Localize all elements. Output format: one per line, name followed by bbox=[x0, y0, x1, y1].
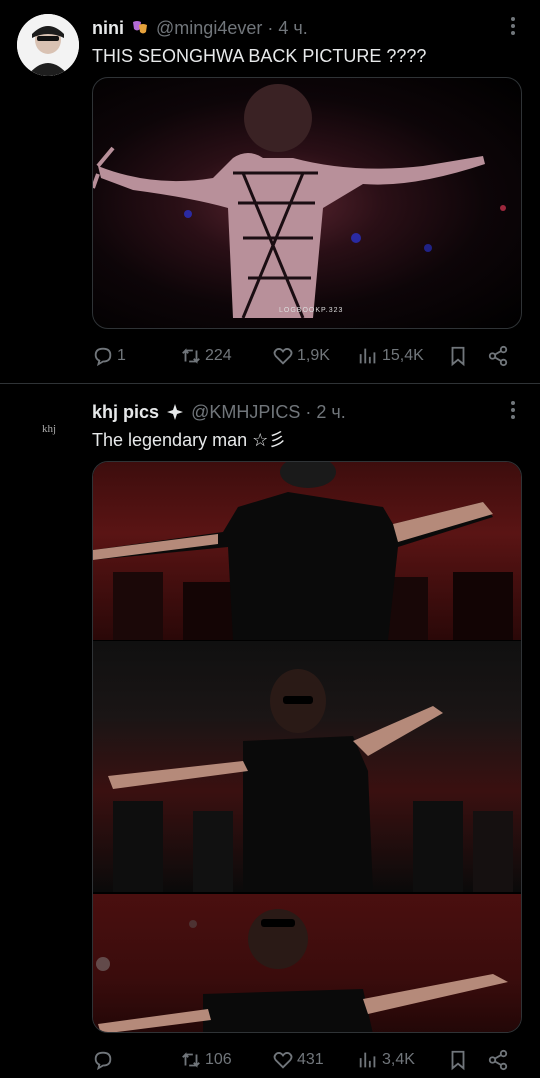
tweet-photo[interactable] bbox=[92, 461, 522, 1033]
bookmark-button[interactable] bbox=[447, 344, 469, 368]
retweet-button[interactable]: 106 bbox=[180, 1048, 232, 1072]
like-button[interactable]: 1,9K bbox=[272, 344, 330, 368]
more-dots-icon[interactable] bbox=[510, 401, 516, 421]
photo-panel-top bbox=[93, 462, 521, 640]
share-icon bbox=[488, 1049, 508, 1071]
author-handle[interactable]: @KMHJPICS bbox=[191, 402, 300, 422]
tweet-photo[interactable]: LOGBOOKP.323 bbox=[92, 77, 522, 329]
reply-count: 1 bbox=[117, 347, 126, 364]
bookmark-icon bbox=[451, 346, 465, 367]
separator: · bbox=[305, 402, 312, 422]
reply-icon bbox=[94, 347, 112, 367]
bookmark-icon bbox=[451, 1050, 465, 1071]
views-count: 15,4K bbox=[382, 347, 424, 364]
views-chart-icon bbox=[359, 348, 376, 364]
retweet-count: 106 bbox=[205, 1051, 232, 1068]
views-chart-icon bbox=[359, 1052, 376, 1068]
tweet-header: khj pics @KMHJPICS · 2 ч. bbox=[92, 400, 346, 424]
more-dots-icon[interactable] bbox=[510, 17, 516, 37]
avatar-text: khj bbox=[42, 423, 57, 435]
tweet-header: nini @mingi4ever · 4 ч. bbox=[92, 16, 308, 40]
like-count: 1,9K bbox=[297, 347, 330, 364]
like-count: 431 bbox=[297, 1051, 324, 1068]
avatar-image bbox=[17, 14, 79, 76]
avatar[interactable] bbox=[17, 14, 79, 76]
timestamp[interactable]: 4 ч. bbox=[278, 18, 307, 38]
photo-panel-bottom bbox=[93, 894, 521, 1032]
reply-button[interactable]: 1 bbox=[92, 344, 126, 368]
tweet-text: The legendary man ☆彡 bbox=[92, 430, 287, 450]
tweet-text: THIS SEONGHWA BACK PICTURE ???? bbox=[92, 46, 427, 66]
bookmark-button[interactable] bbox=[447, 1048, 469, 1072]
reply-button[interactable] bbox=[92, 1048, 117, 1072]
heart-icon bbox=[273, 348, 293, 365]
views-button[interactable]: 15,4K bbox=[357, 344, 424, 368]
author-handle[interactable]: @mingi4ever bbox=[156, 18, 262, 38]
share-button[interactable] bbox=[487, 344, 509, 368]
separator: · bbox=[267, 18, 274, 38]
tweet-actions: 106 431 3,4K bbox=[92, 1048, 522, 1072]
author-name[interactable]: nini bbox=[92, 18, 124, 38]
retweet-count: 224 bbox=[205, 347, 232, 364]
timestamp[interactable]: 2 ч. bbox=[316, 402, 345, 422]
heart-icon bbox=[273, 1052, 293, 1069]
tweet[interactable]: nini @mingi4ever · 4 ч. THIS SEONGHWA BA… bbox=[0, 0, 540, 383]
theater-masks-icon bbox=[131, 19, 149, 37]
retweet-button[interactable]: 224 bbox=[180, 344, 232, 368]
author-name[interactable]: khj pics bbox=[92, 402, 159, 422]
avatar[interactable]: khj bbox=[18, 396, 80, 458]
like-button[interactable]: 431 bbox=[272, 1048, 324, 1072]
photo-panel-middle bbox=[93, 641, 521, 892]
views-count: 3,4K bbox=[382, 1051, 415, 1068]
views-button[interactable]: 3,4K bbox=[357, 1048, 415, 1072]
share-button[interactable] bbox=[487, 1048, 509, 1072]
tweet-actions: 1 224 1,9K 15,4K bbox=[92, 344, 522, 368]
media-watermark: LOGBOOKP.323 bbox=[279, 307, 344, 314]
photo-performer-back bbox=[93, 84, 506, 319]
sparkle-icon bbox=[166, 403, 184, 421]
share-icon bbox=[488, 345, 508, 367]
retweet-icon bbox=[182, 348, 200, 364]
retweet-icon bbox=[182, 1052, 200, 1068]
reply-icon bbox=[94, 1051, 112, 1071]
